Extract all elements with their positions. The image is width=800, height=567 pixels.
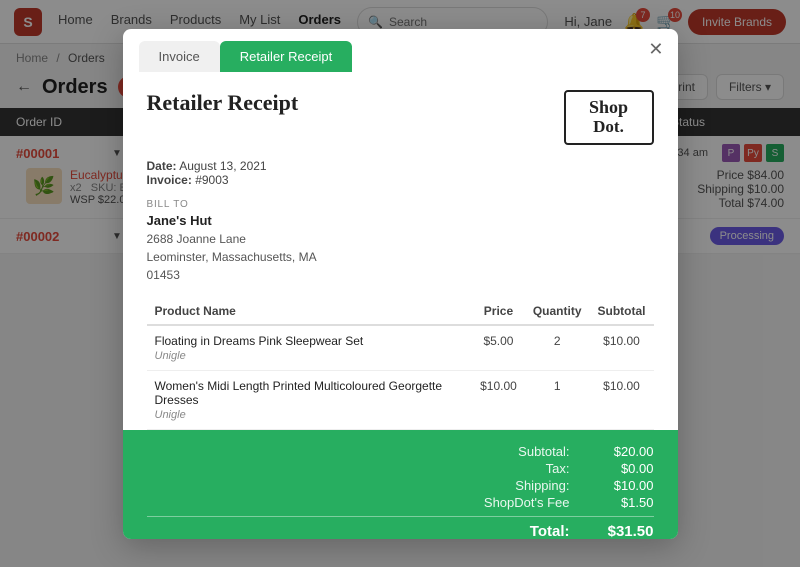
receipt-logo: Shop Dot. xyxy=(564,90,654,145)
receipt-totals-section: Subtotal: $20.00 Tax: $0.00 Shipping: $1… xyxy=(123,430,678,539)
tax-value: $0.00 xyxy=(594,461,654,476)
logo-shop-text: Shop xyxy=(589,98,628,118)
product-1-name: Floating in Dreams Pink Sleepwear Set xyxy=(155,334,465,348)
modal-tabs: Invoice Retailer Receipt xyxy=(123,29,678,72)
receipt-meta: Date: August 13, 2021 Invoice: #9003 xyxy=(147,159,654,187)
product-1-price: $5.00 xyxy=(472,325,525,371)
subtotal-value: $20.00 xyxy=(594,444,654,459)
tax-label: Tax: xyxy=(147,461,570,476)
col-header-subtotal: Subtotal xyxy=(590,298,654,325)
product-2-subtotal: $10.00 xyxy=(590,370,654,429)
modal-tab-invoice[interactable]: Invoice xyxy=(139,41,220,72)
modal-close-button[interactable]: ✕ xyxy=(648,39,663,60)
col-header-quantity: Quantity xyxy=(525,298,590,325)
product-1-brand: Unigle xyxy=(155,350,465,362)
product-2-price: $10.00 xyxy=(472,370,525,429)
receipt-modal: ✕ Invoice Retailer Receipt Retailer Rece… xyxy=(123,29,678,539)
product-2-name: Women's Midi Length Printed Multicoloure… xyxy=(155,379,465,407)
shopdot-fee-label: ShopDot's Fee xyxy=(147,495,570,510)
bill-to-label: Bill To xyxy=(147,199,654,210)
total-label: Total: xyxy=(147,523,570,539)
receipt-content: Retailer Receipt Shop Dot. Date: August … xyxy=(123,72,678,430)
shopdot-fee-value: $1.50 xyxy=(594,495,654,510)
modal-overlay[interactable]: ✕ Invoice Retailer Receipt Retailer Rece… xyxy=(0,0,800,567)
bill-to-company: Jane's Hut xyxy=(147,213,654,228)
modal-tab-retailer-receipt[interactable]: Retailer Receipt xyxy=(220,41,353,72)
col-header-product-name: Product Name xyxy=(147,298,473,325)
shipping-value: $10.00 xyxy=(594,478,654,493)
product-2-brand: Unigle xyxy=(155,409,465,421)
logo-dot-text: Dot. xyxy=(593,118,624,137)
subtotal-label: Subtotal: xyxy=(147,444,570,459)
table-row: Women's Midi Length Printed Multicoloure… xyxy=(147,370,654,429)
product-1-subtotal: $10.00 xyxy=(590,325,654,371)
product-2-qty: 1 xyxy=(525,370,590,429)
total-value: $31.50 xyxy=(594,523,654,539)
col-header-price: Price xyxy=(472,298,525,325)
product-1-qty: 2 xyxy=(525,325,590,371)
products-table: Product Name Price Quantity Subtotal Flo… xyxy=(147,298,654,430)
bill-to-section: Bill To Jane's Hut 2688 Joanne Lane Leom… xyxy=(147,199,654,284)
shipping-label: Shipping: xyxy=(147,478,570,493)
bill-to-address: 2688 Joanne Lane Leominster, Massachuset… xyxy=(147,230,654,284)
table-row: Floating in Dreams Pink Sleepwear Set Un… xyxy=(147,325,654,371)
receipt-title: Retailer Receipt xyxy=(147,90,299,116)
